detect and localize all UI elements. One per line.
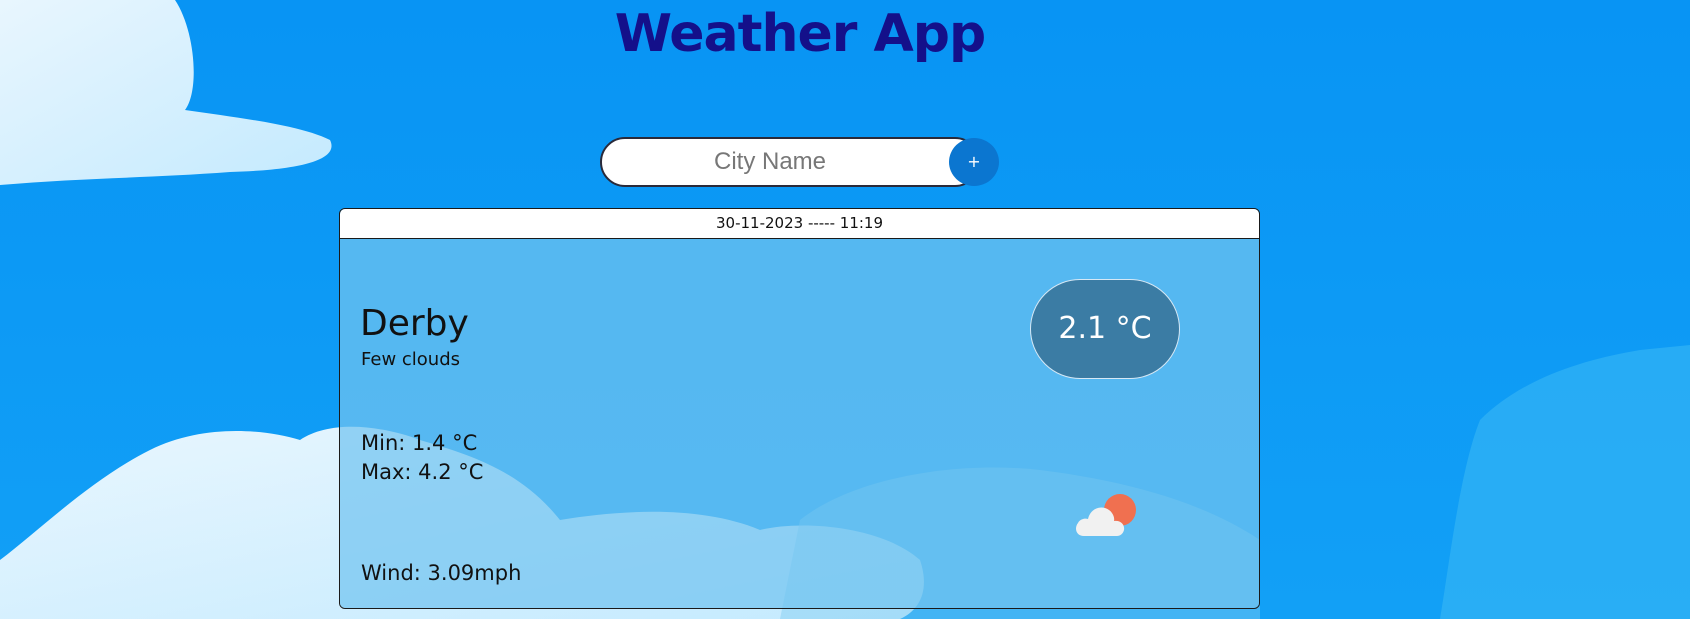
max-temperature: Max: 4.2 °C xyxy=(361,460,484,484)
card-body: Derby Few clouds 2.1 °C Min: 1.4 °C Max:… xyxy=(340,239,1259,608)
search-bar: + xyxy=(600,137,1000,187)
weather-condition: Few clouds xyxy=(361,349,461,370)
min-temperature: Min: 1.4 °C xyxy=(361,431,478,455)
city-search-input[interactable] xyxy=(600,137,980,187)
partly-cloudy-icon xyxy=(1076,494,1136,536)
wind-speed: Wind: 3.09mph xyxy=(361,561,522,585)
add-city-button[interactable]: + xyxy=(949,138,999,186)
city-name: Derby xyxy=(360,303,469,344)
card-datetime: 30-11-2023 ----- 11:19 xyxy=(340,209,1259,239)
app-title: Weather App xyxy=(614,4,986,64)
temperature-badge: 2.1 °C xyxy=(1030,279,1180,379)
weather-card: 30-11-2023 ----- 11:19 Derby Few clouds … xyxy=(339,208,1260,609)
